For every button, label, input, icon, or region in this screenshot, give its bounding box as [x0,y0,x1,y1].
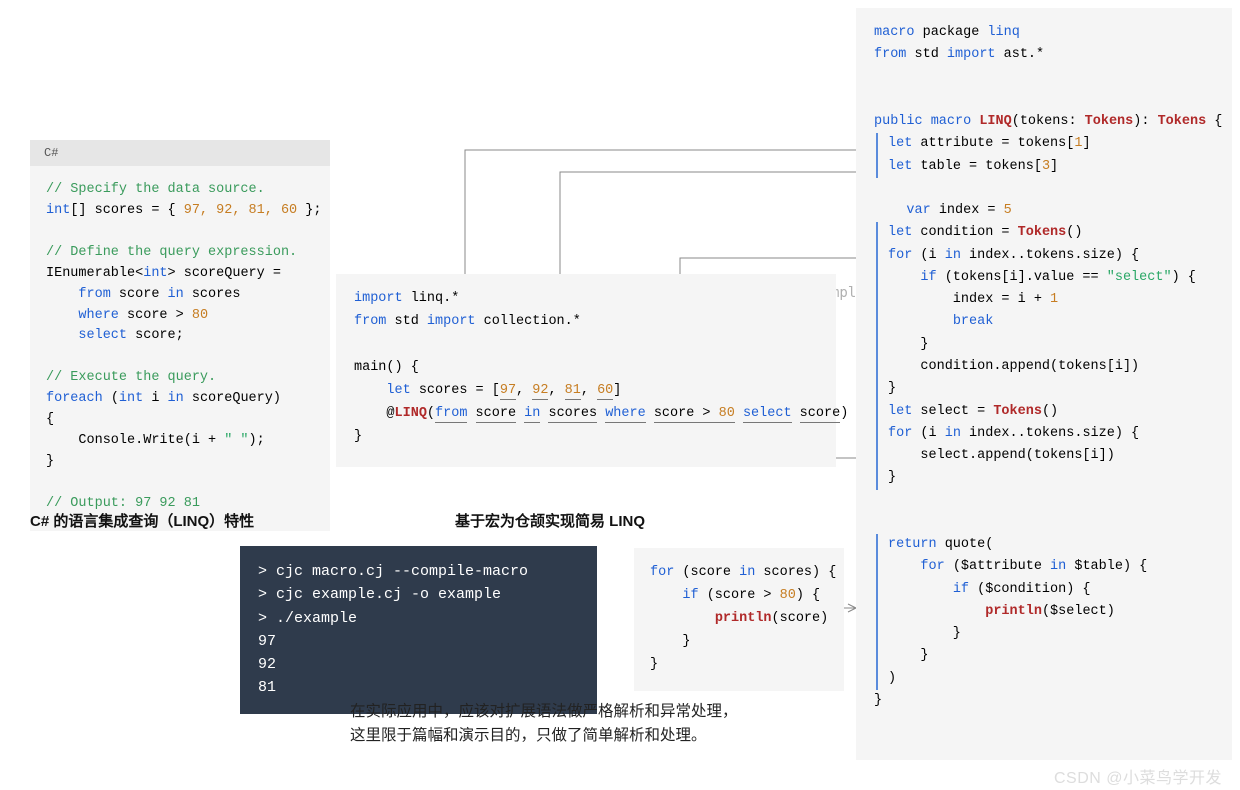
watermark: CSDN @小菜鸟学开发 [1054,764,1222,788]
caption-mid: 基于宏为仓颉实现简易 LINQ [455,510,645,531]
csharp-panel: C# // Specify the data source. int[] sco… [30,140,330,531]
expanded-panel: for (score in scores) { if (score > 80) … [634,548,844,691]
note-text: 在实际应用中，应该对扩展语法做严格解析和异常处理， 这里限于篇幅和演示目的，只做… [350,700,738,748]
csharp-header: C# [30,140,330,166]
caption-left: C# 的语言集成查询（LINQ）特性 [30,510,254,531]
example-panel: import linq.* from std import collection… [336,274,836,467]
macro-panel: macro package linq from std import ast.*… [856,8,1232,760]
terminal-panel: > cjc macro.cj --compile-macro > cjc exa… [240,546,597,714]
csharp-code: // Specify the data source. int[] scores… [30,166,330,531]
